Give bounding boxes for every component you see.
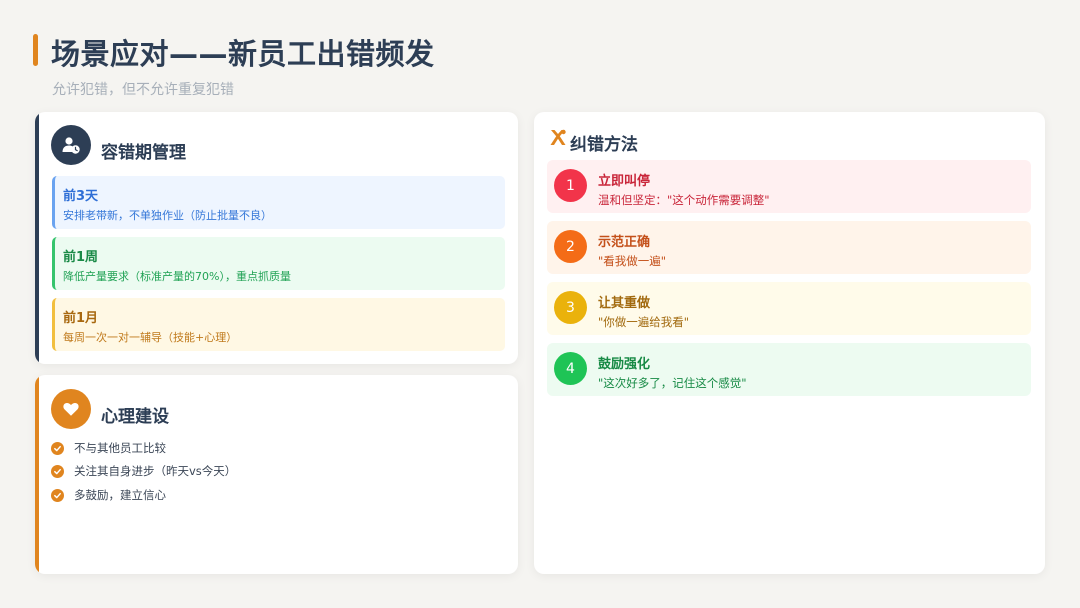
step-item: 1 立即叫停 温和但坚定："这个动作需要调整"	[547, 160, 1031, 213]
step-desc: "看我做一遍"	[598, 254, 667, 268]
step-title: 让其重做	[598, 296, 651, 311]
phase-desc: 每周一次一对一辅导（技能+心理）	[63, 331, 238, 344]
correction-card: 纠错方法 1 立即叫停 温和但坚定："这个动作需要调整" 2 示范正确 "看我做…	[534, 112, 1045, 574]
card-accent-bar	[35, 112, 39, 364]
step-number: 4	[554, 352, 587, 385]
checklist-text: 关注其自身进步（昨天vs今天）	[74, 464, 237, 478]
heart-icon	[51, 389, 91, 429]
page-title: 场景应对——新员工出错频发	[51, 37, 435, 71]
step-number: 1	[554, 169, 587, 202]
phase-desc: 安排老带新，不单独作业（防止批量不良）	[63, 209, 272, 222]
step-desc: "这次好多了，记住这个感觉"	[598, 376, 747, 390]
title-accent-bar	[33, 34, 38, 66]
step-title: 示范正确	[598, 235, 651, 250]
step-item: 3 让其重做 "你做一遍给我看"	[547, 282, 1031, 335]
check-icon	[51, 488, 64, 502]
checklist-item: 不与其他员工比较	[51, 440, 166, 456]
step-desc: "你做一遍给我看"	[598, 315, 690, 329]
step-desc: 温和但坚定："这个动作需要调整"	[598, 193, 770, 207]
step-title: 立即叫停	[598, 174, 651, 189]
step-number: 2	[554, 230, 587, 263]
phase-item: 前3天 安排老带新，不单独作业（防止批量不良）	[52, 176, 505, 229]
phase-title: 前3天	[63, 189, 99, 204]
check-icon	[51, 441, 64, 455]
phase-title: 前1月	[63, 311, 99, 326]
slide: 场景应对——新员工出错频发 允许犯错，但不允许重复犯错 容错期管理 前3天 安排…	[0, 0, 1080, 608]
user-clock-icon	[51, 125, 91, 165]
page-subtitle: 允许犯错，但不允许重复犯错	[52, 82, 234, 98]
phase-item: 前1周 降低产量要求（标准产量的70%），重点抓质量	[52, 237, 505, 290]
phase-title: 前1周	[63, 250, 99, 265]
tools-icon	[548, 128, 568, 148]
phase-desc: 降低产量要求（标准产量的70%），重点抓质量	[63, 270, 291, 283]
step-item: 4 鼓励强化 "这次好多了，记住这个感觉"	[547, 343, 1031, 396]
phase-item: 前1月 每周一次一对一辅导（技能+心理）	[52, 298, 505, 351]
correction-heading: 纠错方法	[570, 135, 638, 155]
checklist-item: 多鼓励，建立信心	[51, 487, 166, 503]
psychology-heading: 心理建设	[101, 407, 169, 427]
checklist-text: 不与其他员工比较	[74, 441, 166, 455]
check-icon	[51, 464, 64, 478]
checklist-text: 多鼓励，建立信心	[74, 488, 166, 502]
step-title: 鼓励强化	[598, 357, 651, 372]
checklist-item: 关注其自身进步（昨天vs今天）	[51, 463, 236, 479]
tolerance-card: 容错期管理 前3天 安排老带新，不单独作业（防止批量不良） 前1周 降低产量要求…	[35, 112, 518, 364]
step-item: 2 示范正确 "看我做一遍"	[547, 221, 1031, 274]
step-number: 3	[554, 291, 587, 324]
psychology-card: 心理建设 不与其他员工比较 关注其自身进步（昨天vs今天） 多鼓励，建立信心	[35, 375, 518, 574]
tolerance-heading: 容错期管理	[101, 143, 186, 163]
card-accent-bar	[35, 375, 39, 574]
